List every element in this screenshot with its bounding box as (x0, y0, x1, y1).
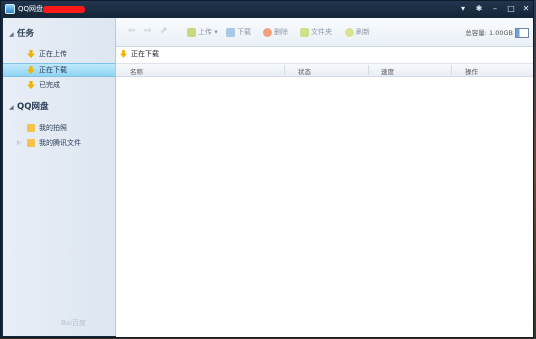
sidebar-item-my-photos[interactable]: 我的拍照 (3, 122, 115, 134)
sidebar-item-label: 我的腾讯文件 (39, 139, 81, 147)
refresh-icon (345, 27, 354, 37)
table-header: 名称 状态 速度 操作 (116, 63, 533, 77)
netdisk-section-header[interactable]: ◢ QQ网盘 (9, 100, 48, 112)
sidebar-item-label: 正在下载 (39, 66, 67, 74)
menu-dropdown-icon[interactable]: ▾ (456, 3, 470, 14)
download-icon (226, 27, 235, 37)
tasks-section-header[interactable]: ◢ 任务 (9, 27, 34, 39)
redacted-account-name (43, 6, 85, 13)
download-list (116, 76, 533, 336)
netdisk-heading: QQ网盘 (17, 102, 49, 112)
close-button[interactable]: ✕ (519, 3, 533, 14)
back-arrow-icon[interactable]: ⇦ (128, 27, 138, 36)
sidebar-item-my-tencent-files[interactable]: ▷ 我的腾讯文件 (3, 137, 115, 149)
refresh-label: 刷新 (356, 28, 370, 36)
baidu-watermark: Bai百度 (61, 319, 87, 327)
toolbar: ⇦ ⇨ ⇗ 上传 ▾ 下载 删除 文件夹 刷新 总容量: 1.00GB (116, 18, 533, 47)
breadcrumb-label: 正在下载 (131, 50, 159, 58)
folder-icon (27, 124, 35, 132)
sidebar-item-label: 我的拍照 (39, 124, 67, 132)
share-arrow-icon[interactable]: ⇗ (160, 27, 170, 36)
upload-icon (187, 27, 196, 37)
column-divider[interactable] (284, 65, 285, 75)
column-header-actions[interactable]: 操作 (465, 66, 478, 76)
column-header-speed[interactable]: 速度 (381, 66, 394, 76)
app-logo-icon (5, 4, 15, 14)
sidebar-item-uploading[interactable]: 正在上传 (3, 48, 115, 60)
sidebar-item-label: 已完成 (39, 81, 60, 89)
quota-bar (515, 28, 529, 38)
upload-button[interactable]: 上传 ▾ (187, 26, 218, 38)
download-arrow-icon (27, 66, 35, 74)
download-arrow-icon (27, 50, 35, 58)
new-folder-icon (300, 27, 309, 37)
collapse-arrow-icon: ◢ (9, 104, 14, 111)
quota-label: 总容量: 1.00GB (465, 29, 513, 37)
delete-label: 删除 (274, 28, 288, 36)
storage-quota: 总容量: 1.00GB (465, 27, 529, 38)
settings-icon[interactable]: ✱ (472, 3, 486, 14)
forward-arrow-icon[interactable]: ⇨ (144, 27, 154, 36)
sidebar-item-completed[interactable]: 已完成 (3, 79, 115, 91)
download-button[interactable]: 下载 (226, 26, 251, 38)
download-arrow-icon (120, 50, 127, 58)
minimize-button[interactable]: – (488, 3, 502, 14)
sidebar: ◢ 任务 正在上传 正在下载 已完成 ◢ QQ网盘 我的拍照 ▷ 我的腾讯文件 Ba… (3, 18, 116, 336)
maximize-button[interactable]: □ (504, 3, 518, 14)
download-arrow-icon (27, 81, 35, 89)
main-panel: ⇦ ⇨ ⇗ 上传 ▾ 下载 删除 文件夹 刷新 总容量: 1.00GB 正在下载… (116, 18, 533, 337)
new-folder-button[interactable]: 文件夹 (300, 26, 332, 38)
title-bar: QQ网盘 - ▾ ✱ – □ ✕ (1, 1, 533, 17)
upload-label: 上传 (198, 28, 212, 36)
tasks-heading: 任务 (17, 29, 35, 39)
refresh-button[interactable]: 刷新 (345, 26, 370, 38)
column-divider[interactable] (451, 65, 452, 75)
new-folder-label: 文件夹 (311, 28, 332, 36)
app-window: QQ网盘 - ▾ ✱ – □ ✕ ◢ 任务 正在上传 正在下载 已完成 ◢ QQ网盘… (0, 0, 534, 338)
expand-arrow-icon[interactable]: ▷ (17, 137, 21, 149)
column-header-status[interactable]: 状态 (298, 66, 311, 76)
folder-icon (27, 139, 35, 147)
delete-button[interactable]: 删除 (263, 26, 288, 38)
sidebar-item-label: 正在上传 (39, 50, 67, 58)
collapse-arrow-icon: ◢ (9, 31, 14, 38)
column-header-name[interactable]: 名称 (130, 66, 143, 76)
download-label: 下载 (237, 28, 251, 36)
sidebar-item-downloading[interactable]: 正在下载 (3, 63, 115, 77)
breadcrumb: 正在下载 (116, 47, 533, 61)
delete-icon (263, 27, 272, 37)
column-divider[interactable] (368, 65, 369, 75)
